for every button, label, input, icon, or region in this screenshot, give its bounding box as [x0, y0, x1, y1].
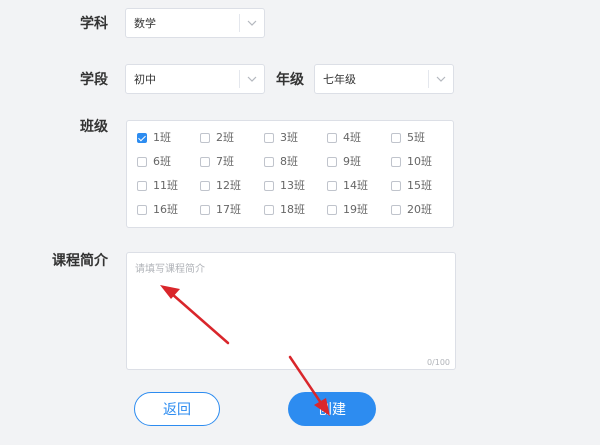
class-checkbox-item[interactable]: 8班	[264, 155, 298, 169]
class-checkbox-item[interactable]: 20班	[391, 203, 432, 217]
checkbox[interactable]	[327, 133, 337, 143]
class-checkbox-label: 12班	[216, 179, 241, 192]
create-button[interactable]: 创建	[288, 392, 376, 426]
checkbox[interactable]	[391, 181, 401, 191]
class-checkbox-label: 7班	[216, 155, 234, 168]
checkbox[interactable]	[264, 133, 274, 143]
checkbox[interactable]	[264, 205, 274, 215]
class-checkbox-item[interactable]: 17班	[200, 203, 241, 217]
stage-select-value: 初中	[134, 73, 156, 86]
class-checkbox-group: 1班 2班 3班 4班 5班 6班 7班 8班 9班 10班 11班 12班 13班 14班 15班 16班 1…	[126, 120, 454, 228]
class-label: 班级	[80, 119, 108, 135]
class-checkbox-label: 15班	[407, 179, 432, 192]
class-checkbox-label: 20班	[407, 203, 432, 216]
subject-select-value: 数学	[134, 17, 156, 30]
intro-textarea[interactable]	[127, 253, 455, 369]
chevron-down-icon	[436, 76, 446, 82]
class-checkbox-label: 13班	[280, 179, 305, 192]
class-checkbox-item[interactable]: 9班	[327, 155, 361, 169]
class-checkbox-item[interactable]: 2班	[200, 131, 234, 145]
class-checkbox-label: 3班	[280, 131, 298, 144]
class-checkbox-item[interactable]: 7班	[200, 155, 234, 169]
subject-label: 学科	[80, 16, 108, 32]
class-checkbox-item[interactable]: 5班	[391, 131, 425, 145]
intro-textarea-box: 0/100	[126, 252, 456, 370]
class-checkbox-label: 10班	[407, 155, 432, 168]
checkbox[interactable]	[137, 181, 147, 191]
class-checkbox-label: 4班	[343, 131, 361, 144]
checkbox[interactable]	[327, 205, 337, 215]
checkbox-checked[interactable]	[137, 133, 147, 143]
class-checkbox-item[interactable]: 11班	[137, 179, 178, 193]
checkbox[interactable]	[391, 133, 401, 143]
back-button[interactable]: 返回	[134, 392, 220, 426]
class-checkbox-item[interactable]: 10班	[391, 155, 432, 169]
class-checkbox-label: 17班	[216, 203, 241, 216]
checkbox[interactable]	[264, 181, 274, 191]
checkbox[interactable]	[137, 205, 147, 215]
class-checkbox-item[interactable]: 3班	[264, 131, 298, 145]
class-checkbox-item[interactable]: 1班	[137, 131, 171, 145]
class-checkbox-label: 1班	[153, 131, 171, 144]
class-checkbox-label: 16班	[153, 203, 178, 216]
grade-label: 年级	[276, 72, 304, 88]
class-checkbox-label: 11班	[153, 179, 178, 192]
class-checkbox-label: 18班	[280, 203, 305, 216]
subject-select[interactable]: 数学	[125, 8, 265, 38]
checkbox[interactable]	[391, 157, 401, 167]
checkbox[interactable]	[200, 157, 210, 167]
checkbox[interactable]	[200, 205, 210, 215]
grade-select[interactable]: 七年级	[314, 64, 454, 94]
class-checkbox-label: 5班	[407, 131, 425, 144]
class-checkbox-label: 19班	[343, 203, 368, 216]
class-checkbox-label: 8班	[280, 155, 298, 168]
chevron-down-icon	[247, 76, 257, 82]
class-checkbox-label: 6班	[153, 155, 171, 168]
class-checkbox-item[interactable]: 14班	[327, 179, 368, 193]
class-checkbox-item[interactable]: 4班	[327, 131, 361, 145]
checkbox[interactable]	[200, 133, 210, 143]
intro-label: 课程简介	[52, 253, 108, 269]
class-checkbox-item[interactable]: 15班	[391, 179, 432, 193]
class-checkbox-label: 14班	[343, 179, 368, 192]
stage-select[interactable]: 初中	[125, 64, 265, 94]
class-checkbox-label: 2班	[216, 131, 234, 144]
select-divider	[239, 70, 240, 88]
class-checkbox-item[interactable]: 16班	[137, 203, 178, 217]
class-checkbox-item[interactable]: 6班	[137, 155, 171, 169]
checkbox[interactable]	[264, 157, 274, 167]
chevron-down-icon	[247, 20, 257, 26]
char-counter: 0/100	[426, 358, 450, 367]
class-checkbox-label: 9班	[343, 155, 361, 168]
class-checkbox-item[interactable]: 12班	[200, 179, 241, 193]
checkbox[interactable]	[200, 181, 210, 191]
checkbox[interactable]	[391, 205, 401, 215]
checkbox[interactable]	[327, 181, 337, 191]
class-checkbox-item[interactable]: 19班	[327, 203, 368, 217]
class-checkbox-item[interactable]: 18班	[264, 203, 305, 217]
select-divider	[428, 70, 429, 88]
checkbox[interactable]	[137, 157, 147, 167]
grade-select-value: 七年级	[323, 73, 356, 86]
class-checkbox-item[interactable]: 13班	[264, 179, 305, 193]
checkbox[interactable]	[327, 157, 337, 167]
select-divider	[239, 14, 240, 32]
stage-label: 学段	[80, 72, 108, 88]
